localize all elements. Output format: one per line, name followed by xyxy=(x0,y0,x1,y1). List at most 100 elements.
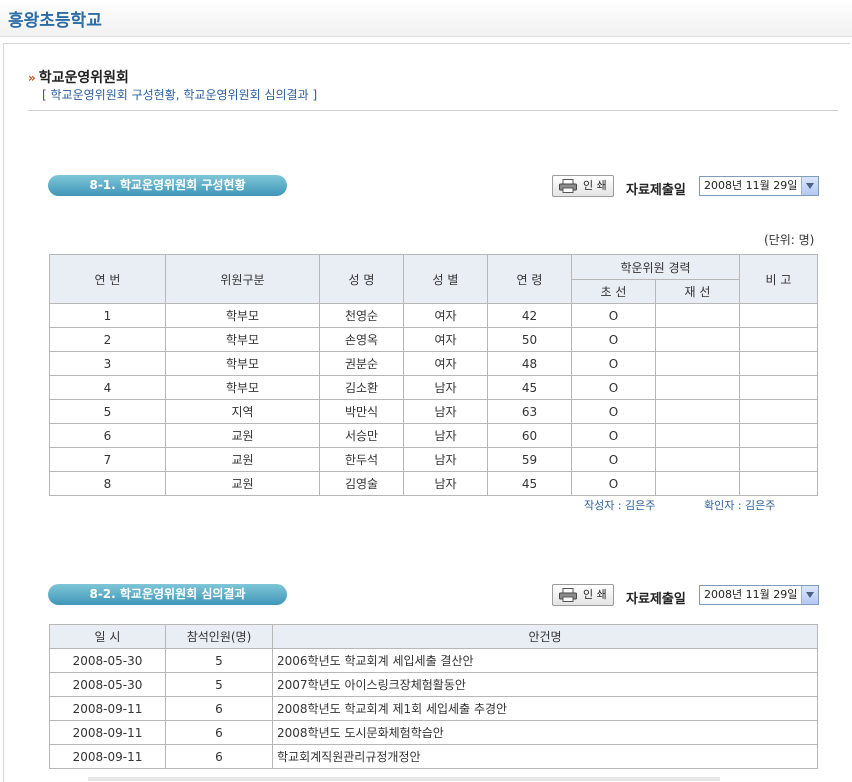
unit-label: (단위: 명) xyxy=(764,233,815,247)
table-row: 2008-05-30 5 2006학년도 학교회계 세입세출 결산안 xyxy=(49,648,818,673)
col-re-elected: 재 선 xyxy=(655,279,740,304)
col-date: 일 시 xyxy=(49,624,166,649)
cell-attendees: 6 xyxy=(165,744,273,769)
col-category: 위원구분 xyxy=(165,254,320,304)
cell-re-elected xyxy=(655,327,740,352)
cell-agenda: 2008학년도 도시문화체험학습안 xyxy=(272,720,818,745)
cell-note xyxy=(739,303,818,328)
cell-age: 48 xyxy=(487,351,572,376)
table-row: 7 교원 한두석 남자 59 O xyxy=(49,447,818,472)
cell-first-term: O xyxy=(571,447,656,472)
cell-name: 김영술 xyxy=(319,471,404,496)
cell-category: 학부모 xyxy=(165,351,320,376)
cell-name: 서승만 xyxy=(319,423,404,448)
cell-first-term: O xyxy=(571,399,656,424)
cell-gender: 남자 xyxy=(403,399,488,424)
cell-age: 45 xyxy=(487,375,572,400)
cell-gender: 남자 xyxy=(403,447,488,472)
cell-first-term: O xyxy=(571,327,656,352)
school-name[interactable]: 흥왕초등학교 xyxy=(8,6,102,31)
cell-first-term: O xyxy=(571,471,656,496)
cell-no: 2 xyxy=(49,327,166,352)
table-row: 4 학부모 김소환 남자 45 O xyxy=(49,375,818,400)
cell-re-elected xyxy=(655,471,740,496)
cell-agenda: 2008학년도 학교회계 제1회 세입세출 추경안 xyxy=(272,696,818,721)
cell-agenda: 2007학년도 아이스링크장체험활동안 xyxy=(272,672,818,697)
cell-name: 김소환 xyxy=(319,375,404,400)
print-button-section1[interactable]: 인 쇄 xyxy=(552,175,614,197)
cell-agenda: 학교회계직원관리규정개정안 xyxy=(272,744,818,769)
divider xyxy=(28,110,838,111)
cell-re-elected xyxy=(655,399,740,424)
cell-note xyxy=(739,423,818,448)
cell-gender: 남자 xyxy=(403,375,488,400)
col-note: 비 고 xyxy=(739,254,818,304)
table-row: 2008-09-11 6 2008학년도 학교회계 제1회 세입세출 추경안 xyxy=(49,696,818,721)
table-row: 1 학부모 천영순 여자 42 O xyxy=(49,303,818,328)
section1-title: 8-1. 학교운영위원회 구성현황 xyxy=(48,175,287,196)
table-row: 2 학부모 손영옥 여자 50 O xyxy=(49,327,818,352)
cell-no: 7 xyxy=(49,447,166,472)
confirmer-label: 확인자 : 김은주 xyxy=(704,499,776,512)
col-career: 학운위원 경력 xyxy=(571,254,740,280)
col-agenda: 안건명 xyxy=(272,624,818,649)
cell-name: 천영순 xyxy=(319,303,404,328)
col-gender: 성 별 xyxy=(403,254,488,304)
cell-age: 45 xyxy=(487,471,572,496)
cell-category: 교원 xyxy=(165,447,320,472)
selected-date: 2008년 11월 29일 xyxy=(704,179,798,192)
cell-first-term: O xyxy=(571,303,656,328)
cell-first-term: O xyxy=(571,351,656,376)
cell-gender: 여자 xyxy=(403,351,488,376)
submission-date-select-section2[interactable]: 2008년 11월 29일 xyxy=(699,585,819,605)
cell-name: 손영옥 xyxy=(319,327,404,352)
horizontal-scrollbar[interactable] xyxy=(88,777,720,781)
cell-attendees: 6 xyxy=(165,696,273,721)
submission-date-select-section1[interactable]: 2008년 11월 29일 xyxy=(699,176,819,196)
table-row: 3 학부모 권분순 여자 48 O xyxy=(49,351,818,376)
cell-note xyxy=(739,447,818,472)
cell-agenda: 2006학년도 학교회계 세입세출 결산안 xyxy=(272,648,818,673)
submission-date-label: 자료제출일 xyxy=(626,592,686,607)
col-no: 연 번 xyxy=(49,254,166,304)
print-button-section2[interactable]: 인 쇄 xyxy=(552,584,614,606)
col-age: 연 령 xyxy=(487,254,572,304)
cell-re-elected xyxy=(655,375,740,400)
cell-gender: 남자 xyxy=(403,423,488,448)
page-title: » 학교운영위원회 xyxy=(28,67,129,87)
dropdown-arrow-icon[interactable] xyxy=(801,586,818,604)
cell-date: 2008-05-30 xyxy=(49,648,166,673)
cell-gender: 남자 xyxy=(403,471,488,496)
cell-first-term: O xyxy=(571,423,656,448)
cell-date: 2008-09-11 xyxy=(49,720,166,745)
cell-note xyxy=(739,351,818,376)
cell-category: 학부모 xyxy=(165,375,320,400)
print-button-label: 인 쇄 xyxy=(583,179,607,192)
cell-no: 3 xyxy=(49,351,166,376)
cell-re-elected xyxy=(655,423,740,448)
page-title-text: 학교운영위원회 xyxy=(38,70,129,86)
cell-no: 5 xyxy=(49,399,166,424)
cell-no: 8 xyxy=(49,471,166,496)
cell-re-elected xyxy=(655,303,740,328)
dropdown-arrow-icon[interactable] xyxy=(801,177,818,195)
cell-re-elected xyxy=(655,351,740,376)
cell-note xyxy=(739,375,818,400)
table-row: 8 교원 김영술 남자 45 O xyxy=(49,471,818,496)
cell-first-term: O xyxy=(571,375,656,400)
cell-age: 59 xyxy=(487,447,572,472)
cell-age: 50 xyxy=(487,327,572,352)
cell-note xyxy=(739,327,818,352)
cell-name: 한두석 xyxy=(319,447,404,472)
cell-re-elected xyxy=(655,447,740,472)
cell-gender: 여자 xyxy=(403,303,488,328)
cell-gender: 여자 xyxy=(403,327,488,352)
submission-date-label: 자료제출일 xyxy=(626,183,686,198)
cell-no: 4 xyxy=(49,375,166,400)
cell-no: 6 xyxy=(49,423,166,448)
table-row: 6 교원 서승만 남자 60 O xyxy=(49,423,818,448)
committee-composition-table: 연 번 위원구분 성 명 성 별 연 령 학운위원 경력 비 고 초 선 재 선… xyxy=(49,254,818,496)
cell-date: 2008-09-11 xyxy=(49,744,166,769)
print-button-label: 인 쇄 xyxy=(583,588,607,601)
page-subtitle: [ 학교운영위원회 구성현황, 학교운영위원회 심의결과 ] xyxy=(42,88,318,102)
